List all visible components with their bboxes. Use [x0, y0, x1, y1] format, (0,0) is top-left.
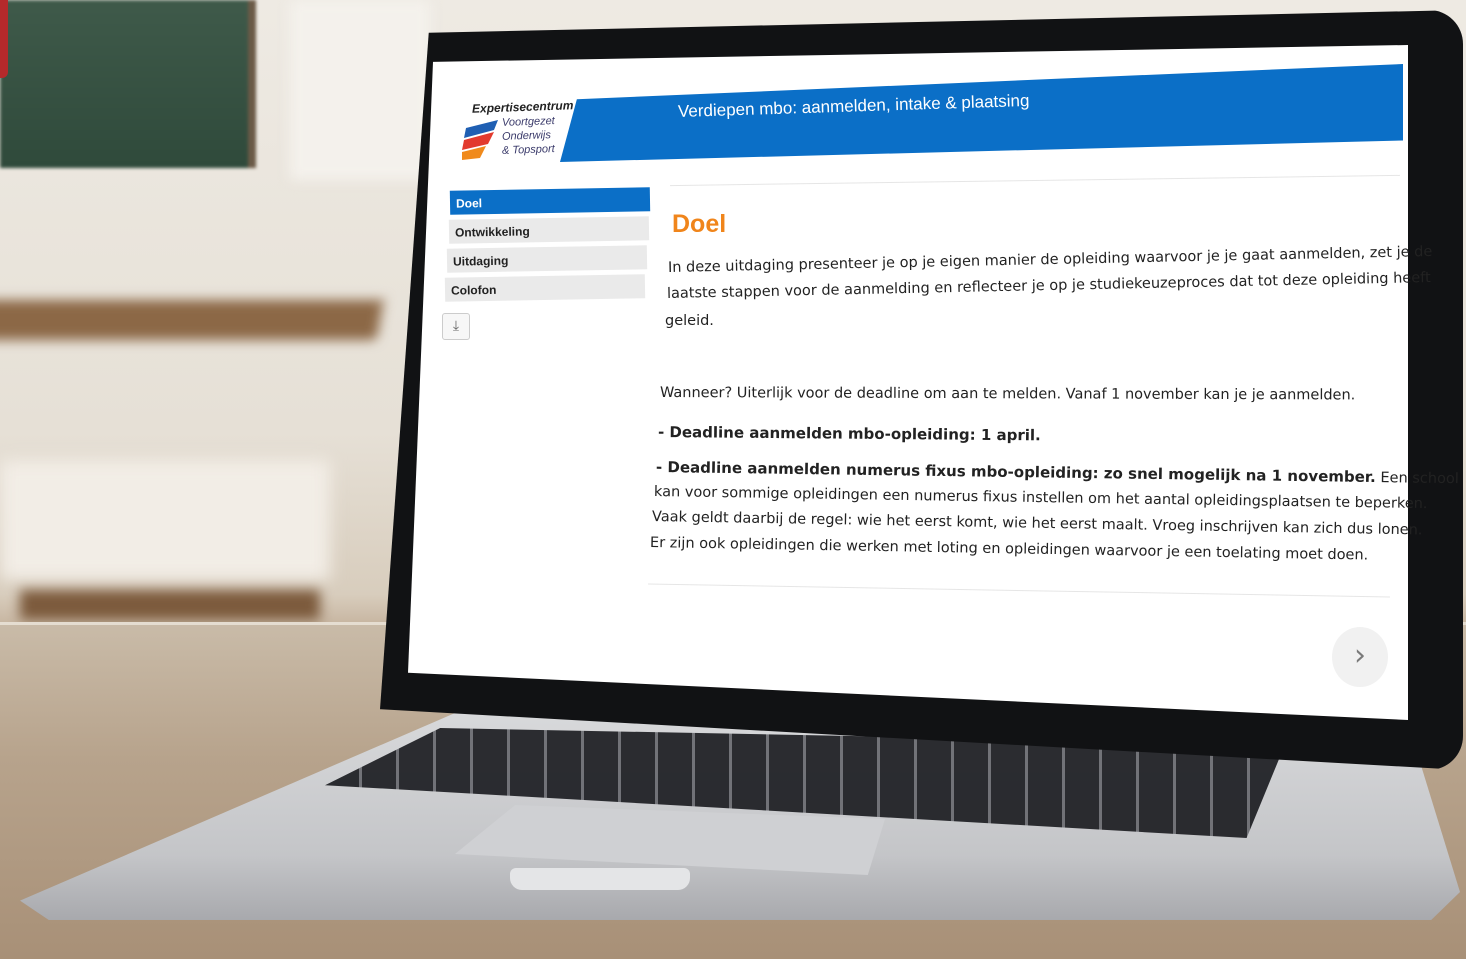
sidebar-item-ontwikkeling[interactable]: Ontwikkeling — [448, 216, 650, 244]
logo-line: & Topsport — [501, 143, 555, 157]
red-corner — [0, 0, 8, 78]
logo-line: Voortgezet — [501, 115, 555, 129]
when-text: Wanneer? Uiterlijk voor de deadline om a… — [659, 385, 1356, 404]
laptop-front-notch — [510, 868, 690, 890]
logo-icon — [462, 120, 498, 160]
deadline-numerus-fixus-rest: Een school — [1375, 470, 1459, 488]
wall-panel — [290, 0, 430, 180]
deadline-mbo: - Deadline aanmelden mbo-opleiding: 1 ap… — [657, 423, 1041, 445]
intro-text-line: geleid. — [665, 313, 714, 329]
next-page-button[interactable]: › — [1332, 627, 1388, 687]
chevron-right-icon: › — [1354, 638, 1366, 673]
download-icon: ⤓ — [452, 318, 460, 334]
desk — [0, 460, 330, 580]
sidebar-item-uitdaging[interactable]: Uitdaging — [446, 245, 648, 273]
desk — [0, 300, 384, 340]
desk — [20, 590, 320, 620]
download-button[interactable]: ⤓ — [442, 313, 470, 340]
sidebar-item-colofon[interactable]: Colofon — [444, 274, 646, 302]
chalkboard — [0, 0, 256, 168]
logo-line: Onderwijs — [501, 129, 552, 143]
content-title: Doel — [672, 210, 727, 238]
sidebar-item-doel[interactable]: Doel — [449, 187, 651, 215]
